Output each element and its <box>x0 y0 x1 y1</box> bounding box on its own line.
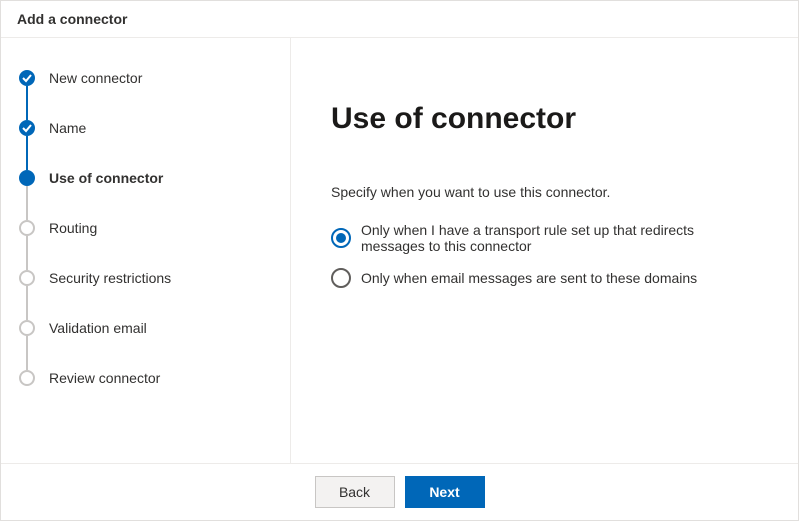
radio-label: Only when email messages are sent to the… <box>361 270 697 286</box>
page-description: Specify when you want to use this connec… <box>331 184 758 200</box>
step-label: Review connector <box>49 370 160 386</box>
step-connector-line <box>26 336 28 370</box>
step-connector-line <box>26 286 28 320</box>
wizard-steps-sidebar: New connector Name Use of connector Rout… <box>1 38 291 463</box>
step-label: Name <box>49 120 86 136</box>
dialog-header: Add a connector <box>1 1 798 38</box>
step-label: Validation email <box>49 320 147 336</box>
step-label: Use of connector <box>49 170 163 186</box>
back-button[interactable]: Back <box>315 476 395 508</box>
radio-label: Only when I have a transport rule set up… <box>361 222 758 254</box>
pending-step-icon <box>19 270 35 286</box>
step-label: Routing <box>49 220 97 236</box>
wizard-steps-list: New connector Name Use of connector Rout… <box>19 70 290 386</box>
radio-option-domains[interactable]: Only when email messages are sent to the… <box>331 268 758 288</box>
page-heading: Use of connector <box>331 102 758 136</box>
step-connector-line <box>26 86 28 120</box>
pending-step-icon <box>19 370 35 386</box>
step-connector-line <box>26 186 28 220</box>
step-new-connector[interactable]: New connector <box>19 70 290 120</box>
pending-step-icon <box>19 320 35 336</box>
checkmark-icon <box>19 70 35 86</box>
radio-icon <box>331 268 351 288</box>
step-name[interactable]: Name <box>19 120 290 170</box>
step-connector-line <box>26 136 28 170</box>
step-security-restrictions[interactable]: Security restrictions <box>19 270 290 320</box>
step-connector-line <box>26 236 28 270</box>
dialog-footer: Back Next <box>1 463 798 520</box>
step-label: New connector <box>49 70 142 86</box>
step-routing[interactable]: Routing <box>19 220 290 270</box>
step-review-connector[interactable]: Review connector <box>19 370 290 386</box>
current-step-icon <box>19 170 35 186</box>
radio-icon <box>331 228 351 248</box>
step-validation-email[interactable]: Validation email <box>19 320 290 370</box>
step-use-of-connector[interactable]: Use of connector <box>19 170 290 220</box>
radio-option-transport-rule[interactable]: Only when I have a transport rule set up… <box>331 222 758 254</box>
checkmark-icon <box>19 120 35 136</box>
wizard-main-panel: Use of connector Specify when you want t… <box>291 38 798 463</box>
pending-step-icon <box>19 220 35 236</box>
dialog-title: Add a connector <box>17 11 782 27</box>
step-label: Security restrictions <box>49 270 171 286</box>
next-button[interactable]: Next <box>405 476 485 508</box>
dialog-body: New connector Name Use of connector Rout… <box>1 38 798 463</box>
